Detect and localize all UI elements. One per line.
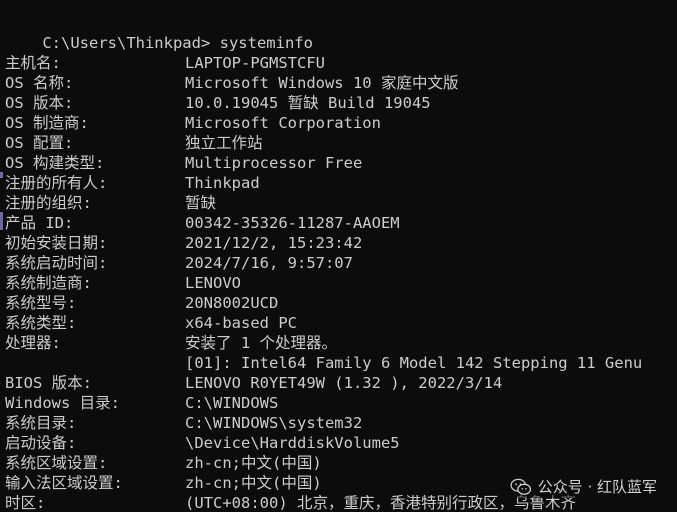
output-value: 2021/12/2, 15:23:42 <box>185 234 363 252</box>
output-value: 00342-35326-11287-AAOEM <box>185 214 400 232</box>
output-row: 系统目录: C:\WINDOWS\system32 <box>5 413 677 433</box>
output-value: C:\WINDOWS\system32 <box>185 414 363 432</box>
prompt-path: C:\Users\Thinkpad> <box>42 34 211 52</box>
output-key: 启动设备: <box>5 434 77 452</box>
left-edge-artifact <box>0 172 3 178</box>
output-key: 初始安装日期: <box>5 234 108 252</box>
output-row: Windows 目录: C:\WINDOWS <box>5 393 677 413</box>
output-key: 产品 ID: <box>5 214 74 232</box>
wechat-icon <box>510 478 531 495</box>
prompt-command: systeminfo <box>210 34 313 52</box>
output-row: 系统区域设置: zh-cn;中文(中国) <box>5 453 677 473</box>
command-prompt-line: C:\Users\Thinkpad> systeminfo <box>5 13 313 52</box>
output-key: 输入法区域设置: <box>5 474 123 492</box>
output-value: 2024/7/16, 9:57:07 <box>185 254 353 272</box>
left-edge-artifact <box>0 212 3 230</box>
output-key: 注册的组织: <box>5 194 92 212</box>
output-value: 20N8002UCD <box>185 294 279 312</box>
output-row: [01]: Intel64 Family 6 Model 142 Steppin… <box>5 353 677 373</box>
output-row: 产品 ID: 00342-35326-11287-AAOEM <box>5 213 677 233</box>
output-key: 系统区域设置: <box>5 454 108 472</box>
output-row: 处理器: 安装了 1 个处理器。 <box>5 333 677 353</box>
output-row: 注册的所有人: Thinkpad <box>5 173 677 193</box>
output-value: LENOVO R0YET49W (1.32 ), 2022/3/14 <box>185 374 503 392</box>
output-key: 注册的所有人: <box>5 174 108 192</box>
output-row: 主机名: LAPTOP-PGMSTCFU <box>5 53 677 73</box>
output-row: 系统制造商: LENOVO <box>5 273 677 293</box>
output-key: 主机名: <box>5 54 61 72</box>
output-value: x64-based PC <box>185 314 297 332</box>
output-row: 初始安装日期: 2021/12/2, 15:23:42 <box>5 233 677 253</box>
output-key: OS 构建类型: <box>5 154 105 172</box>
output-row: 系统启动时间: 2024/7/16, 9:57:07 <box>5 253 677 273</box>
watermark-text: 公众号 · 红队蓝军 <box>537 478 657 496</box>
output-value: Microsoft Windows 10 家庭中文版 <box>185 74 459 92</box>
output-value: 安装了 1 个处理器。 <box>185 334 337 352</box>
output-row: 启动设备: \Device\HarddiskVolume5 <box>5 433 677 453</box>
output-row: 注册的组织: 暂缺 <box>5 193 677 213</box>
output-value: zh-cn;中文(中国) <box>185 474 322 492</box>
output-key: 处理器: <box>5 334 61 352</box>
output-key: OS 版本: <box>5 94 74 112</box>
output-row: OS 制造商: Microsoft Corporation <box>5 113 677 133</box>
output-value: 10.0.19045 暂缺 Build 19045 <box>185 94 431 112</box>
output-value: LAPTOP-PGMSTCFU <box>185 54 325 72</box>
output-key: OS 配置: <box>5 134 74 152</box>
output-key: Windows 目录: <box>5 394 120 412</box>
output-key: 系统类型: <box>5 314 77 332</box>
output-value: LENOVO <box>185 274 241 292</box>
output-row: 系统型号: 20N8002UCD <box>5 293 677 313</box>
output-row: OS 构建类型: Multiprocessor Free <box>5 153 677 173</box>
output-row: OS 版本: 10.0.19045 暂缺 Build 19045 <box>5 93 677 113</box>
output-value: 暂缺 <box>185 194 217 212</box>
output-value: \Device\HarddiskVolume5 <box>185 434 400 452</box>
output-value: zh-cn;中文(中国) <box>185 454 322 472</box>
output-value: Multiprocessor Free <box>185 154 363 172</box>
output-row: 系统类型: x64-based PC <box>5 313 677 333</box>
terminal-window[interactable]: C:\Users\Thinkpad> systeminfo 主机名: LAPTOP… <box>0 0 677 512</box>
output-value: [01]: Intel64 Family 6 Model 142 Steppin… <box>185 354 643 372</box>
output-key: 系统制造商: <box>5 274 92 292</box>
output-key: 时区: <box>5 494 46 512</box>
output-key: 系统启动时间: <box>5 254 108 272</box>
output-key: 系统目录: <box>5 414 77 432</box>
watermark: 公众号 · 红队蓝军 <box>507 475 659 498</box>
output-row: OS 配置: 独立工作站 <box>5 133 677 153</box>
output-key: BIOS 版本: <box>5 374 92 392</box>
output-value: 独立工作站 <box>185 134 263 152</box>
output-value: Microsoft Corporation <box>185 114 381 132</box>
output-row: BIOS 版本: LENOVO R0YET49W (1.32 ), 2022/3/… <box>5 373 677 393</box>
output-key: OS 制造商: <box>5 114 89 132</box>
output-key: OS 名称: <box>5 74 74 92</box>
output-row: OS 名称: Microsoft Windows 10 家庭中文版 <box>5 73 677 93</box>
output-value: Thinkpad <box>185 174 260 192</box>
output-key: 系统型号: <box>5 294 77 312</box>
output-value: C:\WINDOWS <box>185 394 279 412</box>
